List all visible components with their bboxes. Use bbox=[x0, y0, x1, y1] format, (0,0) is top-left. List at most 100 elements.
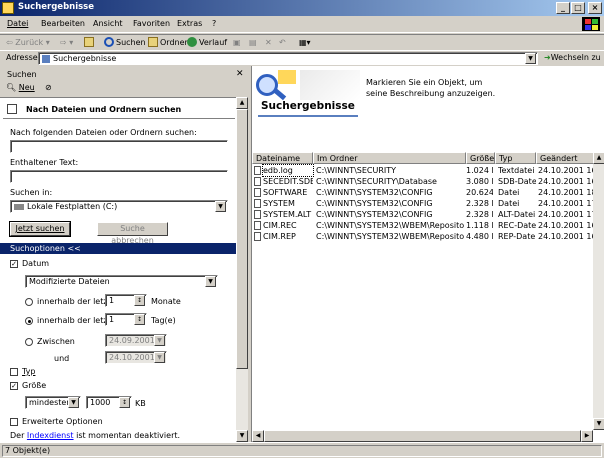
menu-bearbeiten[interactable]: Bearbeiten bbox=[41, 19, 85, 28]
date-checkbox[interactable]: ✓ bbox=[10, 260, 18, 268]
new-search-button[interactable]: 🔍︎ Neu bbox=[6, 83, 35, 92]
file-icon bbox=[254, 232, 261, 241]
months-spinner[interactable]: 1 ↕ bbox=[105, 294, 147, 307]
delete-icon[interactable]: ✕ bbox=[265, 37, 272, 49]
back-button[interactable]: ⇦ Zurück ▾ bbox=[6, 37, 50, 49]
days-spin-buttons[interactable]: ↕ bbox=[134, 314, 145, 325]
date-from-picker[interactable]: 24.09.2001 ▼ bbox=[105, 334, 167, 347]
folders-button[interactable]: Ordner bbox=[148, 37, 188, 49]
menu-datei[interactable]: Datei bbox=[7, 19, 28, 28]
results-scroll-up[interactable]: ▲ bbox=[593, 152, 604, 164]
date-type-select[interactable]: Modifizierte Dateien ▼ bbox=[25, 275, 218, 288]
date-to-dropdown[interactable]: ▼ bbox=[154, 352, 165, 363]
status-text: 7 Objekt(e) bbox=[2, 445, 602, 457]
cell-name: SYSTEM.ALT bbox=[263, 210, 312, 219]
size-checkbox[interactable]: ✓ bbox=[10, 382, 18, 390]
cell-folder: C:\WINNT\SECURITY\Database bbox=[316, 177, 437, 186]
date-type-dropdown-button[interactable]: ▼ bbox=[205, 276, 216, 287]
address-label: Adresse bbox=[6, 53, 38, 62]
menu-help[interactable]: ? bbox=[212, 19, 216, 28]
cell-name: SOFTWARE bbox=[263, 188, 308, 197]
table-row[interactable]: edb.logC:\WINNT\SECURITY 1.024 KB Textdate… bbox=[252, 164, 596, 177]
type-checkbox[interactable] bbox=[10, 368, 18, 376]
containing-text-input[interactable] bbox=[10, 170, 228, 183]
menu-ansicht[interactable]: Ansicht bbox=[93, 19, 123, 28]
within-days-radio[interactable] bbox=[25, 317, 33, 325]
maximize-button[interactable]: □ bbox=[571, 2, 585, 14]
up-folder-icon[interactable] bbox=[84, 37, 96, 49]
size-spin-buttons[interactable]: ↕ bbox=[119, 397, 130, 408]
days-spinner[interactable]: 1 ↕ bbox=[105, 313, 147, 326]
undo-icon[interactable]: ↶ bbox=[279, 37, 286, 49]
results-hscroll-thumb[interactable] bbox=[264, 430, 581, 442]
scroll-down-button[interactable]: ▼ bbox=[236, 430, 248, 442]
cell-type: REP-Datei bbox=[498, 232, 536, 241]
column-header-modified[interactable]: Geändert bbox=[536, 152, 596, 164]
banner-graphic bbox=[300, 70, 360, 100]
search-button[interactable]: Suchen bbox=[104, 37, 146, 49]
menu-extras[interactable]: Extras bbox=[177, 19, 202, 28]
cell-type: SDB-Datei bbox=[498, 177, 536, 186]
size-mode-dropdown-button[interactable]: ▼ bbox=[68, 397, 79, 408]
table-row[interactable]: CIM.REC C:\WINNT\SYSTEM32\WBEM\Repository… bbox=[252, 220, 596, 231]
cell-type: Textdatei bbox=[498, 166, 535, 175]
results-scroll-left[interactable]: ◀ bbox=[252, 430, 264, 442]
months-spin-buttons[interactable]: ↕ bbox=[134, 295, 145, 306]
size-spinner[interactable]: 1000 ↕ bbox=[86, 396, 132, 409]
months-unit: Monate bbox=[151, 297, 181, 306]
search-pane-body: Nach Dateien und Ordnern suchen Nach fol… bbox=[0, 97, 236, 442]
date-label: Datum bbox=[22, 259, 50, 268]
index-service-link[interactable]: Indexdienst bbox=[27, 431, 74, 440]
advanced-label: Erweiterte Optionen bbox=[22, 417, 103, 426]
table-row[interactable]: SECEDIT.SDB C:\WINNT\SECURITY\Database 3.0… bbox=[252, 176, 596, 187]
history-button[interactable]: Verlauf bbox=[187, 37, 227, 49]
cell-size: 2.328 KB bbox=[466, 210, 493, 219]
within-months-radio[interactable] bbox=[25, 298, 33, 306]
close-button[interactable]: × bbox=[588, 2, 602, 14]
column-header-folder[interactable]: Im Ordner bbox=[313, 152, 466, 164]
history-clock-icon bbox=[187, 37, 197, 47]
forward-button[interactable]: ⇨ ▾ bbox=[60, 37, 73, 49]
search-now-button[interactable]: Jetzt suchen bbox=[9, 221, 71, 237]
cell-size: 2.328 KB bbox=[466, 199, 493, 208]
results-horizontal-scrollbar[interactable]: ◀ ▶ bbox=[252, 430, 593, 442]
table-row[interactable]: SOFTWARE C:\WINNT\SYSTEM32\CONFIG 20.624 .… bbox=[252, 187, 596, 198]
date-from-dropdown[interactable]: ▼ bbox=[154, 335, 165, 346]
look-in-dropdown-button[interactable]: ▼ bbox=[215, 201, 226, 212]
go-button[interactable]: ➜Wechseln zu bbox=[544, 53, 601, 62]
column-header-size[interactable]: Größe bbox=[466, 152, 495, 164]
views-icon[interactable]: ▦▾ bbox=[299, 37, 311, 49]
look-in-select[interactable]: Lokale Festplatten (C:) ▼ bbox=[10, 200, 228, 213]
table-row[interactable]: SYSTEM.ALT C:\WINNT\SYSTEM32\CONFIG 2.328 … bbox=[252, 209, 596, 220]
cell-type: Datei bbox=[498, 199, 520, 208]
stop-search-button[interactable]: Suche abbrechen bbox=[97, 222, 168, 245]
table-row[interactable]: CIM.REP C:\WINNT\SYSTEM32\WBEM\Repository… bbox=[252, 231, 596, 242]
close-pane-icon[interactable]: ✕ bbox=[236, 69, 244, 79]
column-header-type[interactable]: Typ bbox=[495, 152, 536, 164]
menu-favoriten[interactable]: Favoriten bbox=[133, 19, 170, 28]
cell-size: 20.624 ... bbox=[466, 188, 493, 197]
scroll-up-button[interactable]: ▲ bbox=[236, 97, 248, 109]
look-in-label: Suchen in: bbox=[10, 188, 53, 197]
table-row[interactable]: SYSTEM C:\WINNT\SYSTEM32\CONFIG 2.328 KB Da… bbox=[252, 198, 596, 209]
date-to-picker[interactable]: 24.10.2001 ▼ bbox=[105, 351, 167, 364]
cell-folder: C:\WINNT\SYSTEM32\CONFIG bbox=[316, 210, 433, 219]
minimize-button[interactable]: _ bbox=[556, 2, 570, 14]
results-scroll-down[interactable]: ▼ bbox=[593, 418, 604, 430]
results-vertical-scrollbar[interactable]: ▲ ▼ bbox=[593, 152, 604, 430]
results-scroll-right[interactable]: ▶ bbox=[581, 430, 593, 442]
address-dropdown-button[interactable]: ▼ bbox=[525, 53, 536, 64]
advanced-checkbox[interactable] bbox=[10, 418, 18, 426]
address-input[interactable]: Suchergebnisse ▼ bbox=[38, 52, 538, 65]
scroll-thumb[interactable] bbox=[236, 109, 248, 369]
size-mode-select[interactable]: mindestens ▼ bbox=[25, 396, 81, 409]
copy-to-icon[interactable]: ▤ bbox=[249, 37, 257, 49]
column-header-name[interactable]: Dateiname bbox=[252, 152, 313, 164]
search-options-icon[interactable]: ⊘ bbox=[45, 83, 52, 92]
search-options-header[interactable]: Suchoptionen << bbox=[0, 243, 236, 254]
search-pane-scrollbar[interactable]: ▲ ▼ bbox=[236, 97, 248, 442]
cell-size: 3.080 KB bbox=[466, 177, 493, 186]
between-radio[interactable] bbox=[25, 338, 33, 346]
filename-input[interactable] bbox=[10, 140, 228, 153]
move-to-icon[interactable]: ▣ bbox=[233, 37, 241, 49]
